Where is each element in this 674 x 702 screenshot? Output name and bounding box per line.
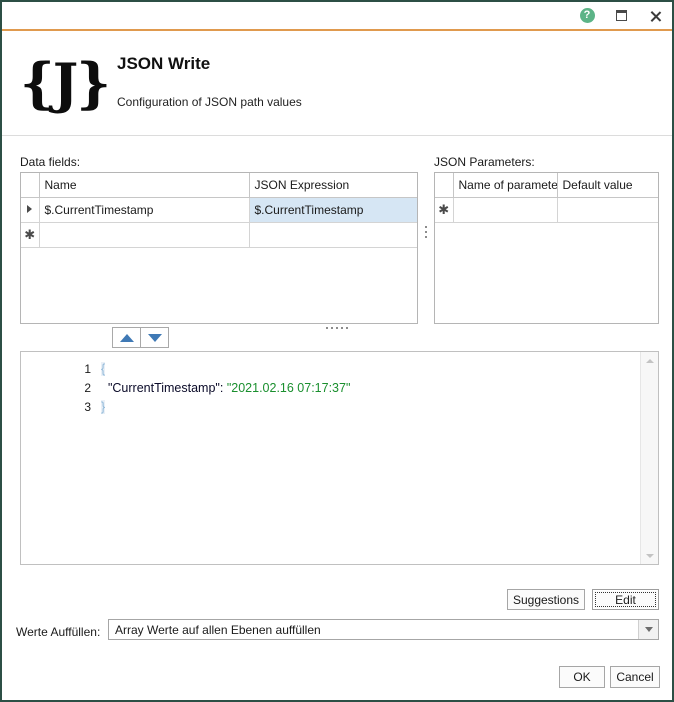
row-header-corner bbox=[21, 173, 40, 198]
fill-values-select[interactable]: Array Werte auf allen Ebenen auffüllen bbox=[108, 619, 659, 640]
cell-default-value[interactable] bbox=[557, 197, 658, 223]
table-row[interactable]: ✱ bbox=[435, 197, 658, 223]
scroll-down-button[interactable] bbox=[641, 547, 658, 564]
row-indicator-new[interactable]: ✱ bbox=[435, 197, 454, 223]
close-icon bbox=[648, 9, 662, 23]
code-content: } bbox=[101, 398, 106, 417]
row-indicator-current[interactable] bbox=[21, 197, 40, 223]
json-code-area[interactable]: 1 { 2 "CurrentTimestamp": "2021.02.16 07… bbox=[21, 360, 640, 564]
code-token: } bbox=[101, 400, 106, 414]
cell-json-expression[interactable] bbox=[249, 222, 417, 248]
json-write-dialog: ? {J} JSON Write Configuration of JSON p… bbox=[0, 0, 674, 702]
page-title: JSON Write bbox=[117, 54, 211, 73]
dialog-header: {J} JSON Write Configuration of JSON pat… bbox=[2, 31, 672, 136]
cell-json-expression[interactable]: $.CurrentTimestamp bbox=[249, 197, 417, 223]
new-row-icon: ✱ bbox=[24, 227, 36, 243]
json-parameters-header-row: Name of parameter Default value bbox=[435, 173, 658, 198]
line-number: 2 bbox=[84, 381, 91, 395]
page-subtitle: Configuration of JSON path values bbox=[117, 95, 302, 109]
line-number: 3 bbox=[84, 400, 91, 414]
json-parameters-label: JSON Parameters: bbox=[434, 155, 535, 169]
edit-button[interactable]: Edit bbox=[592, 589, 659, 610]
code-token: "CurrentTimestamp" bbox=[107, 381, 220, 395]
help-icon: ? bbox=[579, 8, 595, 23]
code-line: 1 { bbox=[21, 360, 640, 379]
new-row-icon: ✱ bbox=[438, 202, 450, 218]
code-line: 2 "CurrentTimestamp": "2021.02.16 07:17:… bbox=[21, 379, 640, 398]
maximize-icon bbox=[615, 10, 627, 21]
chevron-up-icon bbox=[645, 358, 654, 363]
data-fields-header-row: Name JSON Expression bbox=[21, 173, 417, 198]
data-fields-label: Data fields: bbox=[20, 155, 81, 169]
code-token: { bbox=[101, 362, 106, 376]
close-button[interactable] bbox=[638, 2, 672, 29]
vertical-splitter-handle[interactable] bbox=[307, 323, 367, 333]
code-token: : bbox=[219, 381, 227, 395]
column-header-name-of-parameter[interactable]: Name of parameter bbox=[453, 173, 558, 198]
table-row[interactable]: ✱ bbox=[21, 222, 417, 248]
ok-button[interactable]: OK bbox=[559, 666, 605, 688]
scroll-up-button[interactable] bbox=[641, 352, 658, 369]
combo-dropdown-button[interactable] bbox=[638, 620, 658, 639]
data-fields-grid[interactable]: Name JSON Expression $.CurrentTimestamp … bbox=[20, 172, 418, 324]
fill-values-label: Werte Auffüllen: bbox=[16, 625, 101, 639]
current-row-icon bbox=[27, 204, 33, 213]
move-up-button[interactable] bbox=[112, 327, 141, 348]
arrow-up-icon bbox=[119, 333, 134, 342]
json-logo-icon: {J} bbox=[20, 51, 111, 115]
column-header-default-value[interactable]: Default value bbox=[557, 173, 658, 198]
cancel-button[interactable]: Cancel bbox=[610, 666, 660, 688]
column-header-name[interactable]: Name bbox=[39, 173, 250, 198]
dialog-body: Data fields: Name JSON Expression $.Curr… bbox=[2, 137, 672, 700]
suggestions-button[interactable]: Suggestions bbox=[507, 589, 585, 610]
json-parameters-grid[interactable]: Name of parameter Default value ✱ bbox=[434, 172, 659, 324]
code-content: { bbox=[101, 360, 106, 379]
chevron-down-icon bbox=[645, 553, 654, 558]
cell-parameter-name[interactable] bbox=[453, 197, 558, 223]
code-content: "CurrentTimestamp": "2021.02.16 07:17:37… bbox=[101, 379, 350, 398]
cell-name[interactable] bbox=[39, 222, 250, 248]
code-line: 3 } bbox=[21, 398, 640, 417]
fill-values-selected-option: Array Werte auf allen Ebenen auffüllen bbox=[115, 622, 321, 637]
maximize-button[interactable] bbox=[604, 2, 638, 29]
column-header-json-expression[interactable]: JSON Expression bbox=[249, 173, 417, 198]
help-button[interactable]: ? bbox=[570, 2, 604, 29]
table-row[interactable]: $.CurrentTimestamp $.CurrentTimestamp bbox=[21, 197, 417, 223]
code-token: "2021.02.16 07:17:37" bbox=[226, 381, 351, 395]
arrow-down-icon bbox=[147, 333, 162, 342]
line-number: 1 bbox=[84, 362, 91, 376]
title-bar: ? bbox=[2, 2, 672, 31]
json-preview-editor[interactable]: 1 { 2 "CurrentTimestamp": "2021.02.16 07… bbox=[20, 351, 659, 565]
chevron-down-icon bbox=[644, 627, 653, 632]
editor-vertical-scrollbar[interactable] bbox=[640, 352, 658, 564]
row-indicator-new[interactable]: ✱ bbox=[21, 222, 40, 248]
cell-name[interactable]: $.CurrentTimestamp bbox=[39, 197, 250, 223]
move-down-button[interactable] bbox=[140, 327, 169, 348]
row-header-corner bbox=[435, 173, 454, 198]
horizontal-splitter-handle[interactable] bbox=[421, 217, 431, 247]
